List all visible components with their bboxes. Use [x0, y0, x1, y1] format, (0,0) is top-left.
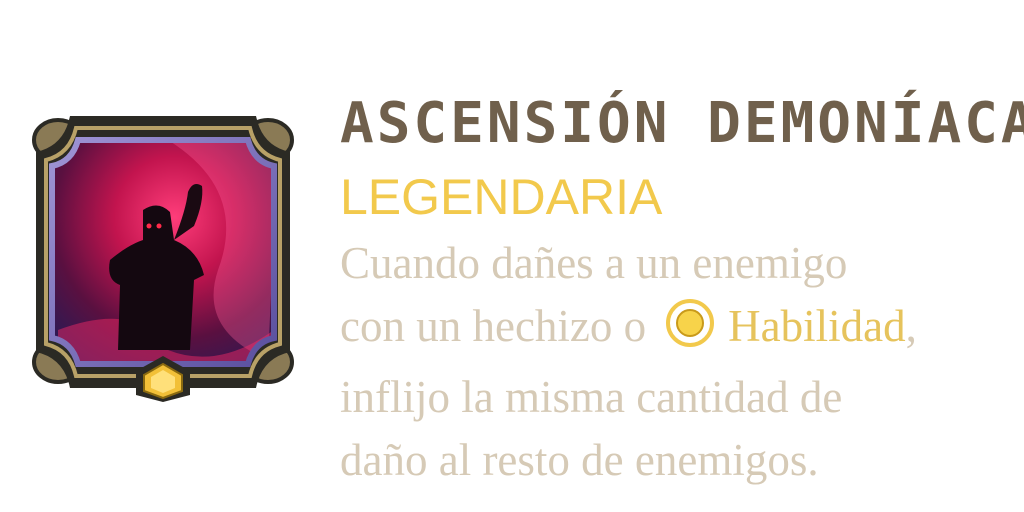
ability-keyword[interactable]: Habilidad	[728, 301, 905, 351]
demon-ascension-emblem-icon	[32, 116, 294, 402]
description-comma: ,	[905, 301, 917, 351]
emblem-artwork	[52, 140, 274, 364]
description-line-3: inflijo la misma cantidad de	[340, 372, 843, 422]
ability-ring-icon	[664, 297, 716, 366]
description-line-2: con un hechizo o Habilidad,	[340, 295, 1020, 366]
augment-rarity: LEGENDARIA	[340, 169, 663, 225]
description-line-1: Cuando dañes a un enemigo	[340, 238, 848, 288]
description-line-2-text: con un hechizo o	[340, 301, 647, 351]
augment-title: ASCENSIÓN DEMONÍACA	[340, 91, 1024, 156]
augment-text: ASCENSIÓN DEMONÍACA LEGENDARIA Cuando da…	[340, 86, 1024, 492]
description-line-4: daño al resto de enemigos.	[340, 435, 819, 485]
augment-card: ASCENSIÓN DEMONÍACA LEGENDARIA Cuando da…	[0, 0, 1024, 512]
augment-emblem	[18, 100, 308, 405]
augment-description: Cuando dañes a un enemigo con un hechizo…	[340, 232, 1020, 492]
